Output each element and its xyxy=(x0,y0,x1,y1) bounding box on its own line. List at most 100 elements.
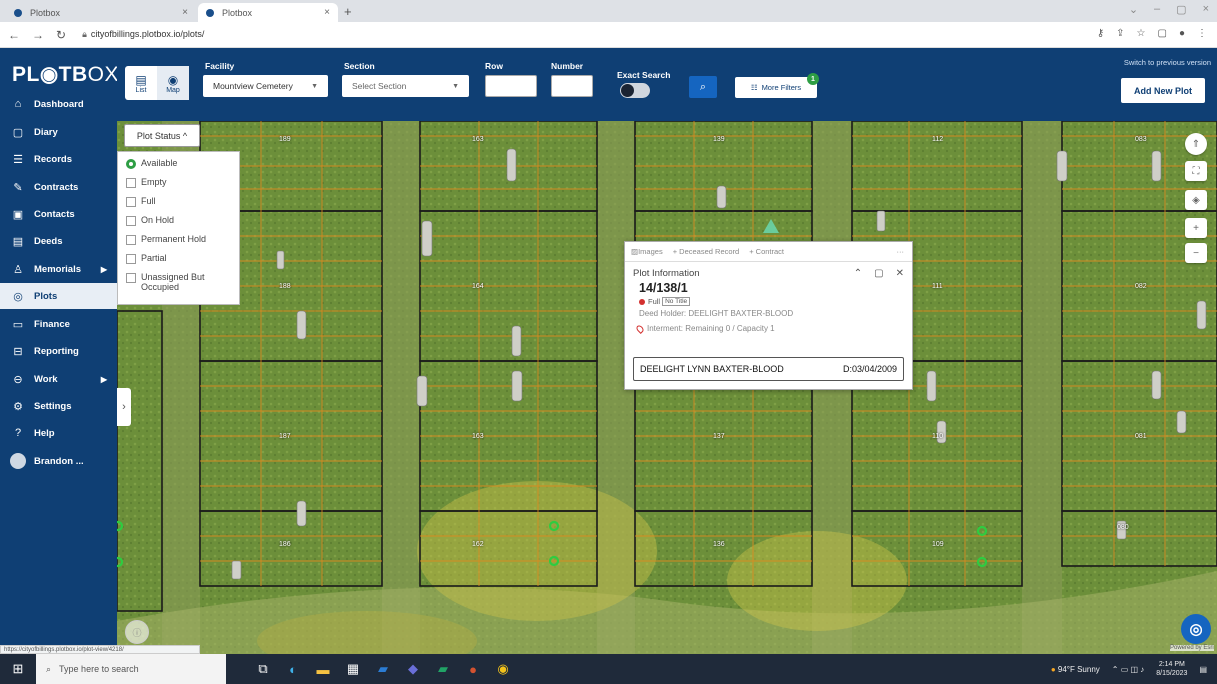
maximize-icon[interactable]: ▢ xyxy=(874,268,883,279)
browser-tab-active[interactable]: Plotbox × xyxy=(198,3,338,22)
plot-number[interactable]: 080 xyxy=(1117,524,1129,531)
plot-number[interactable]: 083 xyxy=(1135,136,1147,143)
status-option-empty[interactable]: Empty xyxy=(126,177,239,196)
plotbox-logo[interactable]: PL◉TBOX xyxy=(12,62,119,87)
sidebar-item-records[interactable]: ☰ Records xyxy=(0,146,117,172)
plot-number[interactable]: 162 xyxy=(472,541,484,548)
profile-icon[interactable]: ● xyxy=(1179,28,1185,39)
facility-select[interactable]: Mountview Cemetery ▼ xyxy=(203,75,328,97)
plot-number[interactable]: 188 xyxy=(279,283,291,290)
star-icon[interactable]: ☆ xyxy=(1137,28,1146,39)
sidebar-item-memorials[interactable]: ♙ Memorials ▶ xyxy=(0,256,117,282)
calculator-icon[interactable]: ▦ xyxy=(344,660,362,678)
search-button[interactable]: ⌕ xyxy=(689,76,717,98)
number-input[interactable] xyxy=(551,75,593,97)
plot-number[interactable]: 163 xyxy=(472,136,484,143)
reload-icon[interactable]: ↻ xyxy=(56,28,66,42)
close-tab-icon[interactable]: × xyxy=(324,7,330,18)
weather[interactable]: ● 94°F Sunny xyxy=(1051,665,1100,674)
plot-number[interactable]: 137 xyxy=(713,433,725,440)
add-deceased-record-button[interactable]: + Deceased Record xyxy=(673,247,740,256)
checkbox[interactable] xyxy=(126,254,136,264)
plot-number[interactable]: 163 xyxy=(472,433,484,440)
status-option-available[interactable]: Available xyxy=(126,158,239,177)
status-option-full[interactable]: Full xyxy=(126,196,239,215)
plot-number[interactable]: 109 xyxy=(932,541,944,548)
new-tab-icon[interactable]: + xyxy=(344,4,352,19)
chrome-icon[interactable]: ◉ xyxy=(494,660,512,678)
edge-icon[interactable]: ◐ xyxy=(284,660,302,678)
zoom-in-icon[interactable]: + xyxy=(1185,218,1207,238)
sidebar-item-user[interactable]: Brandon ... xyxy=(0,448,117,474)
list-view-button[interactable]: ▤ List xyxy=(125,66,157,100)
occupant-record[interactable]: DEELIGHT LYNN BAXTER-BLOOD D:03/04/2009 xyxy=(633,357,904,381)
sidebar-item-reporting[interactable]: ⊟ Reporting xyxy=(0,338,117,364)
plot-number[interactable]: 082 xyxy=(1135,283,1147,290)
status-option-permanent-hold[interactable]: Permanent Hold xyxy=(126,234,239,253)
checkbox[interactable] xyxy=(126,197,136,207)
layers-icon[interactable]: ◈ xyxy=(1185,190,1207,210)
map-view-button[interactable]: ◉ Map xyxy=(157,66,189,100)
key-icon[interactable]: ⚷ xyxy=(1097,28,1104,39)
share-icon[interactable]: ⇪ xyxy=(1116,28,1124,39)
more-filters-button[interactable]: ☷ More Filters xyxy=(735,77,817,98)
sidebar-item-settings[interactable]: ⚙ Settings xyxy=(0,393,117,419)
sidebar-item-diary[interactable]: ▢ Diary xyxy=(0,119,117,145)
status-option-on-hold[interactable]: On Hold xyxy=(126,215,239,234)
zoom-out-icon[interactable]: − xyxy=(1185,243,1207,263)
notifications-icon[interactable]: ▤ xyxy=(1199,665,1207,674)
close-tab-icon[interactable]: × xyxy=(182,7,188,18)
images-tab[interactable]: ▨Images xyxy=(631,247,663,256)
plot-number[interactable]: 110 xyxy=(932,433,943,440)
sidebar-item-deeds[interactable]: ▤ Deeds xyxy=(0,228,117,254)
plot-number[interactable]: 112 xyxy=(932,136,943,143)
status-option-partial[interactable]: Partial xyxy=(126,253,239,272)
sidebar-item-contacts[interactable]: ▣ Contacts xyxy=(0,201,117,227)
plot-number[interactable]: 139 xyxy=(713,136,725,143)
status-option-unassigned-occupied[interactable]: Unassigned But Occupied xyxy=(126,272,239,300)
plot-number[interactable]: 136 xyxy=(713,541,725,548)
sidebar-item-work[interactable]: ⊖ Work ▶ xyxy=(0,366,117,392)
compass-icon[interactable]: ⇑ xyxy=(1185,133,1207,155)
expand-panel-chevron-icon[interactable]: › xyxy=(117,388,131,426)
plot-number[interactable]: 189 xyxy=(279,136,291,143)
plot-number[interactable]: 081 xyxy=(1135,433,1147,440)
word-icon[interactable]: ▰ xyxy=(374,660,392,678)
plot-number[interactable]: 187 xyxy=(279,433,291,440)
tray-icons[interactable]: ⌃ ▭ ◫ ♪ xyxy=(1112,665,1145,674)
browser-tab[interactable]: Plotbox × xyxy=(6,3,196,22)
taskbar-search[interactable]: ⌕ Type here to search xyxy=(36,654,226,684)
forward-arrow-icon[interactable]: → xyxy=(32,28,44,42)
clock[interactable]: 2:14 PM 8/15/2023 xyxy=(1156,660,1187,678)
fullscreen-icon[interactable]: ⛶ xyxy=(1185,161,1207,181)
add-new-plot-button[interactable]: Add New Plot xyxy=(1121,78,1205,103)
sidebar-item-contracts[interactable]: ✎ Contracts xyxy=(0,174,117,200)
close-window-icon[interactable]: × xyxy=(1203,3,1209,16)
plot-status-button[interactable]: Plot Status ^ xyxy=(124,124,200,147)
collapse-icon[interactable]: ⌃ xyxy=(854,268,862,279)
more-options-icon[interactable]: ··· xyxy=(897,247,905,256)
restore-icon[interactable]: ▢ xyxy=(1176,3,1186,16)
add-contract-button[interactable]: + Contract xyxy=(749,247,784,256)
sidepanel-icon[interactable]: ▢ xyxy=(1158,28,1167,39)
powerpoint-icon[interactable]: ● xyxy=(464,660,482,678)
switch-previous-version-link[interactable]: Switch to previous version xyxy=(1124,58,1211,67)
exact-search-toggle[interactable] xyxy=(620,83,650,98)
sidebar-item-help[interactable]: ? Help xyxy=(0,420,117,446)
section-select[interactable]: Select Section ▼ xyxy=(342,75,469,97)
checkbox[interactable] xyxy=(126,216,136,226)
url-field[interactable]: 🔒︎ cityofbillings.plotbox.io/plots/ xyxy=(82,29,204,40)
chevron-down-icon[interactable]: ⌄ xyxy=(1129,3,1138,16)
plot-number[interactable]: 164 xyxy=(472,283,484,290)
windows-start-icon[interactable]: ⊞ xyxy=(0,661,36,677)
menu-icon[interactable]: ⋮ xyxy=(1197,28,1207,39)
sidebar-item-finance[interactable]: ▭ Finance xyxy=(0,311,117,337)
row-input[interactable] xyxy=(485,75,537,97)
close-icon[interactable]: ✕ xyxy=(896,268,904,279)
sidebar-item-plots[interactable]: ◎ Plots xyxy=(0,283,117,309)
checkbox[interactable] xyxy=(126,178,136,188)
teams-icon[interactable]: ◆ xyxy=(404,660,422,678)
support-chat-button[interactable]: ◎ xyxy=(1181,614,1211,644)
minimize-icon[interactable]: – xyxy=(1154,3,1160,16)
info-icon[interactable]: ⓘ xyxy=(125,620,149,644)
